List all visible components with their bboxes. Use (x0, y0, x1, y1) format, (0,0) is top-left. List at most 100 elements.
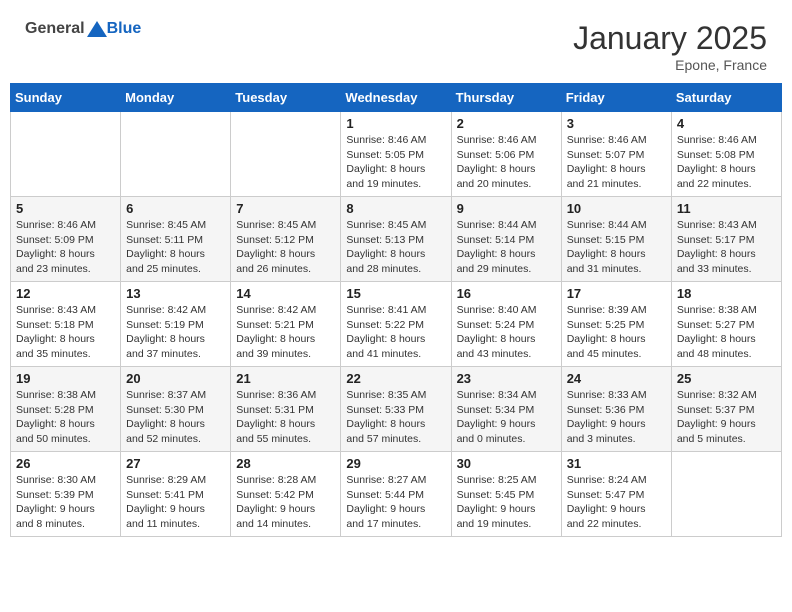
day-info: Sunrise: 8:46 AM Sunset: 5:06 PM Dayligh… (457, 133, 556, 192)
weekday-header: Thursday (451, 84, 561, 112)
day-number: 23 (457, 371, 556, 386)
calendar-cell: 11Sunrise: 8:43 AM Sunset: 5:17 PM Dayli… (671, 197, 781, 282)
day-info: Sunrise: 8:45 AM Sunset: 5:13 PM Dayligh… (346, 218, 445, 277)
day-info: Sunrise: 8:24 AM Sunset: 5:47 PM Dayligh… (567, 473, 666, 532)
day-number: 19 (16, 371, 115, 386)
day-number: 6 (126, 201, 225, 216)
day-info: Sunrise: 8:38 AM Sunset: 5:28 PM Dayligh… (16, 388, 115, 447)
logo-blue-label: Blue (107, 20, 142, 37)
weekday-header: Sunday (11, 84, 121, 112)
calendar-cell: 22 Sunrise: 8:35 AM Sunset: 5:33 PM Dayli… (341, 367, 451, 452)
calendar-cell: 18Sunrise: 8:38 AM Sunset: 5:27 PM Dayli… (671, 282, 781, 367)
day-info: Sunrise: 8:33 AM Sunset: 5:36 PM Dayligh… (567, 388, 666, 447)
calendar-week: 1Sunrise: 8:46 AM Sunset: 5:05 PM Daylig… (11, 112, 782, 197)
day-number: 18 (677, 286, 776, 301)
calendar-body: 1Sunrise: 8:46 AM Sunset: 5:05 PM Daylig… (11, 112, 782, 537)
day-info: Sunrise: 8:41 AM Sunset: 5:22 PM Dayligh… (346, 303, 445, 362)
day-info: Sunrise: 8:42 AM Sunset: 5:19 PM Dayligh… (126, 303, 225, 362)
day-number: 15 (346, 286, 445, 301)
calendar-cell: 15 Sunrise: 8:41 AM Sunset: 5:22 PM Dayli… (341, 282, 451, 367)
calendar-table: SundayMondayTuesdayWednesdayThursdayFrid… (10, 83, 782, 537)
day-info: Sunrise: 8:42 AM Sunset: 5:21 PM Dayligh… (236, 303, 335, 362)
calendar-cell: 31 Sunrise: 8:24 AM Sunset: 5:47 PM Dayli… (561, 452, 671, 537)
calendar-week: 5 Sunrise: 8:46 AM Sunset: 5:09 PM Daylig… (11, 197, 782, 282)
day-number: 10 (567, 201, 666, 216)
day-number: 25 (677, 371, 776, 386)
calendar-cell: 16Sunrise: 8:40 AM Sunset: 5:24 PM Dayli… (451, 282, 561, 367)
calendar-cell: 3 Sunrise: 8:46 AM Sunset: 5:07 PM Daylig… (561, 112, 671, 197)
logo: General Blue (25, 20, 141, 38)
day-info: Sunrise: 8:46 AM Sunset: 5:08 PM Dayligh… (677, 133, 776, 192)
calendar-cell (671, 452, 781, 537)
calendar-cell: 24 Sunrise: 8:33 AM Sunset: 5:36 PM Dayli… (561, 367, 671, 452)
day-number: 20 (126, 371, 225, 386)
calendar-header: SundayMondayTuesdayWednesdayThursdayFrid… (11, 84, 782, 112)
day-info: Sunrise: 8:30 AM Sunset: 5:39 PM Dayligh… (16, 473, 115, 532)
calendar-cell: 25 Sunrise: 8:32 AM Sunset: 5:37 PM Dayli… (671, 367, 781, 452)
calendar-cell: 2Sunrise: 8:46 AM Sunset: 5:06 PM Daylig… (451, 112, 561, 197)
day-info: Sunrise: 8:34 AM Sunset: 5:34 PM Dayligh… (457, 388, 556, 447)
calendar-cell: 21 Sunrise: 8:36 AM Sunset: 5:31 PM Dayli… (231, 367, 341, 452)
calendar-cell (231, 112, 341, 197)
day-info: Sunrise: 8:46 AM Sunset: 5:09 PM Dayligh… (16, 218, 115, 277)
logo-general-text: General (25, 20, 85, 37)
day-info: Sunrise: 8:32 AM Sunset: 5:37 PM Dayligh… (677, 388, 776, 447)
day-number: 28 (236, 456, 335, 471)
day-number: 21 (236, 371, 335, 386)
day-info: Sunrise: 8:46 AM Sunset: 5:07 PM Dayligh… (567, 133, 666, 192)
day-info: Sunrise: 8:28 AM Sunset: 5:42 PM Dayligh… (236, 473, 335, 532)
day-info: Sunrise: 8:27 AM Sunset: 5:44 PM Dayligh… (346, 473, 445, 532)
day-number: 14 (236, 286, 335, 301)
calendar-cell: 30Sunrise: 8:25 AM Sunset: 5:45 PM Dayli… (451, 452, 561, 537)
calendar-cell: 27 Sunrise: 8:29 AM Sunset: 5:41 PM Dayli… (121, 452, 231, 537)
day-number: 3 (567, 116, 666, 131)
day-info: Sunrise: 8:36 AM Sunset: 5:31 PM Dayligh… (236, 388, 335, 447)
day-info: Sunrise: 8:29 AM Sunset: 5:41 PM Dayligh… (126, 473, 225, 532)
calendar-cell: 28 Sunrise: 8:28 AM Sunset: 5:42 PM Dayli… (231, 452, 341, 537)
calendar-cell: 4 Sunrise: 8:46 AM Sunset: 5:08 PM Daylig… (671, 112, 781, 197)
day-number: 4 (677, 116, 776, 131)
day-number: 22 (346, 371, 445, 386)
location: Epone, France (573, 57, 767, 73)
logo-triangle-icon (87, 21, 107, 37)
header-row: SundayMondayTuesdayWednesdayThursdayFrid… (11, 84, 782, 112)
weekday-header: Monday (121, 84, 231, 112)
day-info: Sunrise: 8:44 AM Sunset: 5:15 PM Dayligh… (567, 218, 666, 277)
calendar-cell: 8 Sunrise: 8:45 AM Sunset: 5:13 PM Daylig… (341, 197, 451, 282)
day-number: 8 (346, 201, 445, 216)
day-number: 27 (126, 456, 225, 471)
day-number: 24 (567, 371, 666, 386)
calendar-cell (121, 112, 231, 197)
day-number: 5 (16, 201, 115, 216)
calendar-cell: 17Sunrise: 8:39 AM Sunset: 5:25 PM Dayli… (561, 282, 671, 367)
calendar-cell: 13 Sunrise: 8:42 AM Sunset: 5:19 PM Dayli… (121, 282, 231, 367)
month-title: January 2025 (573, 20, 767, 57)
day-number: 29 (346, 456, 445, 471)
day-number: 7 (236, 201, 335, 216)
calendar-cell: 26Sunrise: 8:30 AM Sunset: 5:39 PM Dayli… (11, 452, 121, 537)
calendar-cell: 19 Sunrise: 8:38 AM Sunset: 5:28 PM Dayli… (11, 367, 121, 452)
day-info: Sunrise: 8:37 AM Sunset: 5:30 PM Dayligh… (126, 388, 225, 447)
day-info: Sunrise: 8:39 AM Sunset: 5:25 PM Dayligh… (567, 303, 666, 362)
title-block: January 2025 Epone, France (573, 20, 767, 73)
day-info: Sunrise: 8:46 AM Sunset: 5:05 PM Dayligh… (346, 133, 445, 192)
calendar-cell: 1Sunrise: 8:46 AM Sunset: 5:05 PM Daylig… (341, 112, 451, 197)
calendar-cell: 6 Sunrise: 8:45 AM Sunset: 5:11 PM Daylig… (121, 197, 231, 282)
day-number: 9 (457, 201, 556, 216)
weekday-header: Wednesday (341, 84, 451, 112)
day-info: Sunrise: 8:45 AM Sunset: 5:11 PM Dayligh… (126, 218, 225, 277)
calendar-cell: 29 Sunrise: 8:27 AM Sunset: 5:44 PM Dayli… (341, 452, 451, 537)
day-number: 12 (16, 286, 115, 301)
day-number: 30 (457, 456, 556, 471)
day-info: Sunrise: 8:45 AM Sunset: 5:12 PM Dayligh… (236, 218, 335, 277)
weekday-header: Friday (561, 84, 671, 112)
calendar-cell: 20 Sunrise: 8:37 AM Sunset: 5:30 PM Dayli… (121, 367, 231, 452)
day-info: Sunrise: 8:35 AM Sunset: 5:33 PM Dayligh… (346, 388, 445, 447)
weekday-header: Saturday (671, 84, 781, 112)
day-number: 13 (126, 286, 225, 301)
day-number: 31 (567, 456, 666, 471)
day-info: Sunrise: 8:44 AM Sunset: 5:14 PM Dayligh… (457, 218, 556, 277)
weekday-header: Tuesday (231, 84, 341, 112)
calendar-cell (11, 112, 121, 197)
day-number: 16 (457, 286, 556, 301)
